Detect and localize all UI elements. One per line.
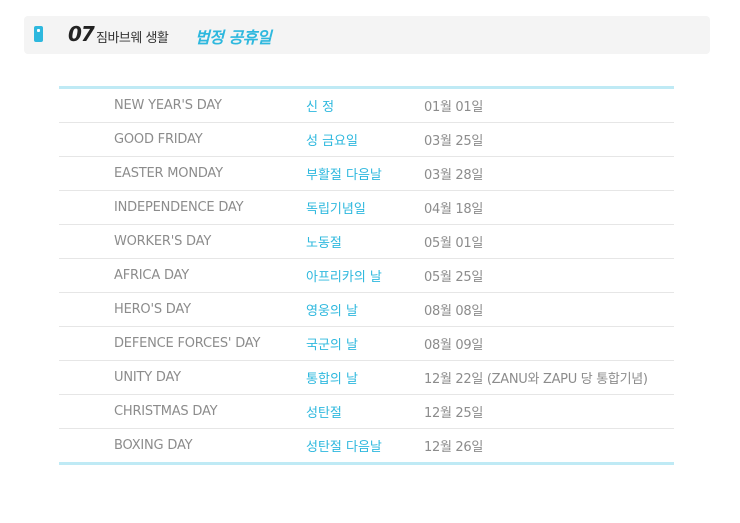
holiday-korean-name: 통합의 날 xyxy=(306,360,424,395)
table-row: GOOD FRIDAY 성 금요일 03월 25일 xyxy=(59,122,674,157)
holiday-english-name: CHRISTMAS DAY xyxy=(59,394,306,429)
holiday-english-name: AFRICA DAY xyxy=(59,258,306,293)
holiday-english-name: EASTER MONDAY xyxy=(59,156,306,191)
holiday-korean-name: 독립기념일 xyxy=(306,190,424,225)
holiday-korean-name: 성탄절 xyxy=(306,394,424,429)
holiday-english-name: INDEPENDENCE DAY xyxy=(59,190,306,225)
holiday-korean-name: 국군의 날 xyxy=(306,326,424,361)
holiday-english-name: HERO'S DAY xyxy=(59,292,306,327)
holiday-date: 05월 25일 xyxy=(424,258,674,293)
holiday-korean-name: 신 정 xyxy=(306,89,424,123)
holiday-english-name: NEW YEAR'S DAY xyxy=(59,89,306,123)
table-row: CHRISTMAS DAY 성탄절 12월 25일 xyxy=(59,394,674,429)
table-row: EASTER MONDAY 부활절 다음날 03월 28일 xyxy=(59,156,674,191)
holiday-english-name: DEFENCE FORCES' DAY xyxy=(59,326,306,361)
holiday-date: 08월 08일 xyxy=(424,292,674,327)
holiday-english-name: WORKER'S DAY xyxy=(59,224,306,259)
holiday-date: 12월 25일 xyxy=(424,394,674,429)
table-row: WORKER'S DAY 노동절 05월 01일 xyxy=(59,224,674,259)
holiday-date: 03월 28일 xyxy=(424,156,674,191)
page-title: 법정 공휴일 xyxy=(195,28,272,47)
section-number: 07 xyxy=(68,22,95,46)
section-name: 짐바브웨 생활 xyxy=(96,31,169,46)
table-row: BOXING DAY 성탄절 다음날 12월 26일 xyxy=(59,429,674,463)
table-row: NEW YEAR'S DAY 신 정 01월 01일 xyxy=(59,89,674,123)
section-header: 07 짐바브웨 생활 법정 공휴일 xyxy=(24,16,710,54)
holiday-table: NEW YEAR'S DAY 신 정 01월 01일 GOOD FRIDAY 성… xyxy=(59,86,674,465)
holiday-date: 04월 18일 xyxy=(424,190,674,225)
holiday-english-name: BOXING DAY xyxy=(114,438,193,453)
table-row: DEFENCE FORCES' DAY 국군의 날 08월 09일 xyxy=(59,326,674,361)
holiday-korean-name: 노동절 xyxy=(306,224,424,259)
holiday-date: 08월 09일 xyxy=(424,326,674,361)
holiday-korean-name: 성 금요일 xyxy=(306,122,424,157)
holiday-korean-name: 영웅의 날 xyxy=(306,292,424,327)
table-row: INDEPENDENCE DAY 독립기념일 04월 18일 xyxy=(59,190,674,225)
table-row: AFRICA DAY 아프리카의 날 05월 25일 xyxy=(59,258,674,293)
holiday-english-name: UNITY DAY xyxy=(59,360,306,395)
holiday-date: 01월 01일 xyxy=(424,89,674,123)
holiday-date: 12월 22일 (ZANU와 ZAPU 당 통합기념) xyxy=(424,360,674,395)
holiday-date: 12월 26일 xyxy=(424,440,484,455)
holiday-date: 03월 25일 xyxy=(424,122,674,157)
holiday-korean-name: 성탄절 다음날 xyxy=(306,440,382,455)
table-row: UNITY DAY 통합의 날 12월 22일 (ZANU와 ZAPU 당 통합… xyxy=(59,360,674,395)
phone-icon xyxy=(34,26,43,42)
holiday-korean-name: 아프리카의 날 xyxy=(306,258,424,293)
holiday-english-name: GOOD FRIDAY xyxy=(59,122,306,157)
holiday-date: 05월 01일 xyxy=(424,224,674,259)
holiday-korean-name: 부활절 다음날 xyxy=(306,156,424,191)
table-row: HERO'S DAY 영웅의 날 08월 08일 xyxy=(59,292,674,327)
